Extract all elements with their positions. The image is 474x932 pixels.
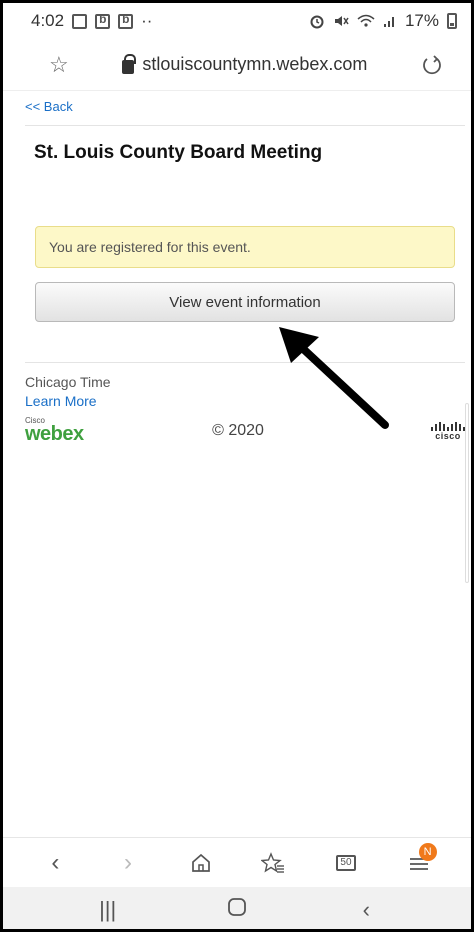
cisco-logo-text: cisco bbox=[435, 430, 461, 441]
url-text: stlouiscountymn.webex.com bbox=[142, 54, 368, 74]
learn-more-link[interactable]: Learn More bbox=[25, 393, 465, 409]
status-right: 17% bbox=[309, 11, 457, 31]
cisco-bars-icon bbox=[430, 421, 465, 431]
browser-toolbar: ‹ › 50 N bbox=[3, 837, 471, 887]
mute-icon bbox=[334, 16, 349, 26]
webpage-content: << Back St. Louis County Board Meeting Y… bbox=[25, 93, 465, 449]
star-outline-icon[interactable]: ☆ bbox=[49, 53, 69, 76]
wifi-icon bbox=[357, 14, 375, 27]
home-icon[interactable] bbox=[181, 843, 221, 883]
battery-percent: 17% bbox=[404, 11, 439, 30]
cisco-logo: cisco bbox=[430, 421, 465, 441]
tab-count: 50 bbox=[335, 854, 356, 871]
menu-icon[interactable]: N bbox=[399, 842, 439, 883]
registration-notice: You are registered for this event. bbox=[35, 226, 455, 268]
recent-apps-icon[interactable]: ||| bbox=[78, 897, 138, 923]
back-link[interactable]: << Back bbox=[25, 99, 465, 126]
more-notifications-icon: ·· bbox=[141, 11, 153, 30]
signal-icon bbox=[383, 17, 394, 27]
page-title: St. Louis County Board Meeting bbox=[34, 142, 323, 163]
android-nav-bar: ||| ‹ bbox=[3, 887, 471, 929]
view-event-information-button[interactable]: View event information bbox=[35, 282, 455, 322]
b-app-icon-2 bbox=[118, 12, 134, 29]
timezone-label: Chicago Time bbox=[25, 374, 111, 390]
status-bar: 4:02 ·· 17% bbox=[3, 3, 471, 39]
bookmarks-icon[interactable] bbox=[253, 843, 293, 883]
status-time: 4:02 bbox=[31, 11, 65, 30]
webex-logo-text: webex bbox=[25, 423, 84, 445]
system-back-icon[interactable]: ‹ bbox=[336, 897, 396, 923]
alarm-icon bbox=[310, 15, 324, 29]
lock-icon bbox=[122, 53, 137, 74]
message-icon bbox=[72, 13, 88, 29]
address-field[interactable]: stlouiscountymn.webex.com bbox=[122, 53, 368, 75]
tabs-icon[interactable]: 50 bbox=[326, 843, 366, 883]
forward-arrow-icon[interactable]: › bbox=[108, 843, 148, 883]
browser-url-bar: ☆ stlouiscountymn.webex.com bbox=[3, 39, 471, 91]
copyright: © 2020 bbox=[212, 422, 264, 439]
back-arrow-icon[interactable]: ‹ bbox=[35, 843, 75, 883]
phone-frame: 4:02 ·· 17% ☆ stlouiscountymn.webex.com … bbox=[0, 0, 474, 932]
status-left: 4:02 ·· bbox=[31, 11, 152, 31]
scroll-indicator[interactable] bbox=[465, 403, 469, 583]
page-footer: Cisco webex © 2020 cisco bbox=[25, 413, 465, 449]
reload-icon[interactable] bbox=[421, 54, 443, 76]
b-app-icon bbox=[95, 12, 111, 29]
view-event-information-label: View event information bbox=[169, 293, 321, 311]
registration-notice-text: You are registered for this event. bbox=[49, 239, 251, 255]
home-button-icon[interactable] bbox=[207, 897, 267, 923]
battery-icon bbox=[447, 13, 457, 29]
annotation-arrow-icon bbox=[279, 327, 389, 429]
divider bbox=[25, 362, 465, 363]
notification-badge: N bbox=[418, 842, 437, 861]
webex-logo: Cisco webex bbox=[25, 416, 85, 446]
